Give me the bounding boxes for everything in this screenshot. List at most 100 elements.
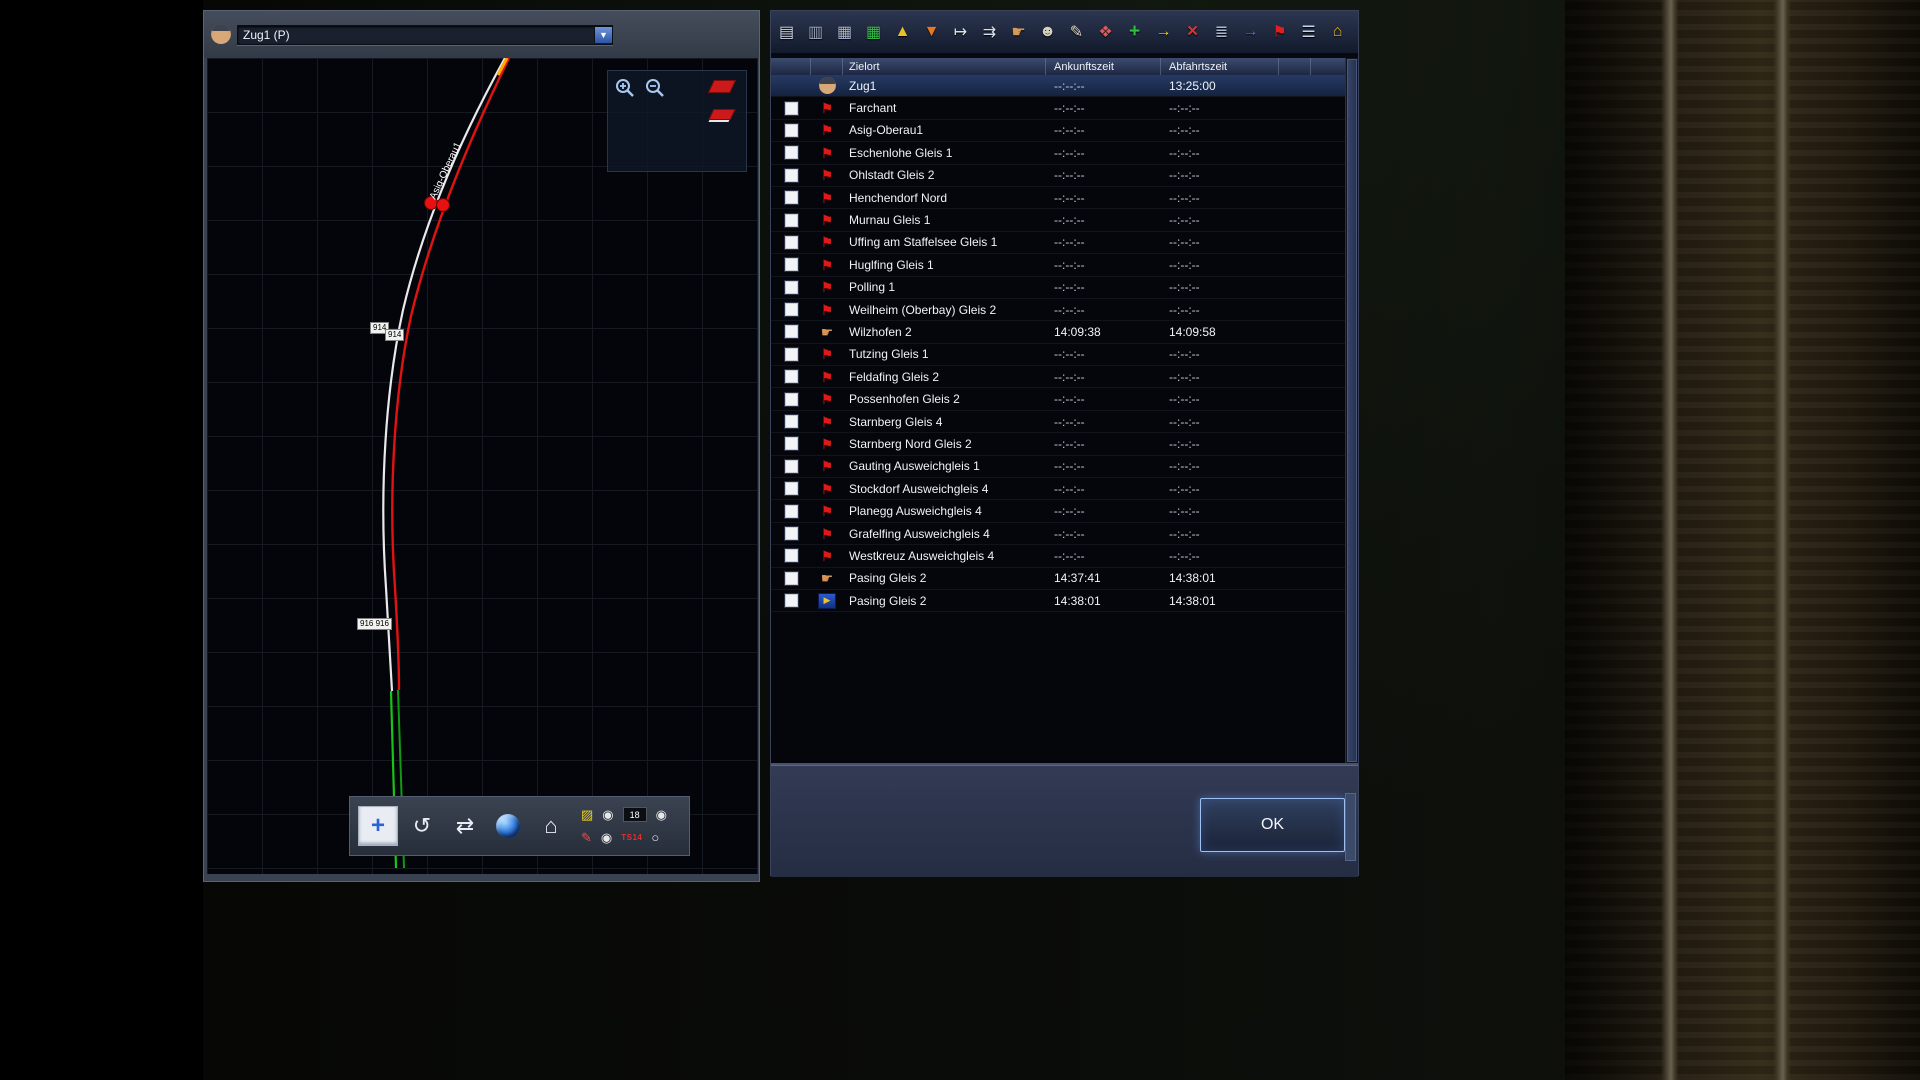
toolbar-grid-green-button[interactable]: ▦ xyxy=(861,19,886,45)
timetable-row[interactable]: ⚑Grafelfing Ausweichgleis 4--:--:----:--… xyxy=(771,523,1346,545)
timetable-row[interactable]: ⚑Murnau Gleis 1--:--:----:--:-- xyxy=(771,209,1346,231)
toolbar-depot-button[interactable]: ⌂ xyxy=(1325,19,1350,45)
timetable-row[interactable]: ⚑Starnberg Nord Gleis 2--:--:----:--:-- xyxy=(771,433,1346,455)
map-canvas[interactable]: Asig-Oberau1 914 914 916 916 xyxy=(207,58,758,874)
row-checkbox[interactable] xyxy=(784,235,799,250)
timetable-row[interactable]: ⚑Stockdorf Ausweichgleis 4--:--:----:--:… xyxy=(771,478,1346,500)
destination-label: Polling 1 xyxy=(843,280,1046,294)
toolbar-grid-small-button[interactable]: ▦ xyxy=(832,19,857,45)
toolbar-remove-stop-button[interactable]: × xyxy=(1180,19,1205,45)
grid-size-value[interactable]: 18 xyxy=(623,807,647,822)
toolbar-edit-schedule-button[interactable]: ✎ xyxy=(1064,19,1089,45)
timetable-row[interactable]: Zug1--:--:--13:25:00 xyxy=(771,75,1346,97)
timetable-row[interactable]: ⚑Farchant--:--:----:--:-- xyxy=(771,97,1346,119)
toolbar-delete-button[interactable]: ▥ xyxy=(803,19,828,45)
row-checkbox[interactable] xyxy=(784,280,799,295)
row-checkbox[interactable] xyxy=(784,369,799,384)
layer-radio-off[interactable]: ○ xyxy=(651,831,659,844)
flag-icon: ⚑ xyxy=(821,101,834,115)
row-checkbox[interactable] xyxy=(784,347,799,362)
timetable-row[interactable]: ⚑Planegg Ausweichgleis 4--:--:----:--:-- xyxy=(771,500,1346,522)
layer-radio-on[interactable]: ◉ xyxy=(602,808,613,821)
scrollbar-thumb[interactable] xyxy=(1347,59,1357,762)
globe-view-button[interactable] xyxy=(489,807,527,845)
timetable-row[interactable]: ⚑Tutzing Gleis 1--:--:----:--:-- xyxy=(771,344,1346,366)
row-checkbox[interactable] xyxy=(784,324,799,339)
header-destination[interactable]: Zielort xyxy=(843,58,1046,75)
timetable-row[interactable]: ▶Pasing Gleis 214:38:0114:38:01 xyxy=(771,590,1346,612)
toolbar-color-tiles-button[interactable]: ❖ xyxy=(1093,19,1118,45)
toolbar-insert-after-button[interactable]: ↦ xyxy=(948,19,973,45)
timetable-row[interactable]: ⚑Ohlstadt Gleis 2--:--:----:--:-- xyxy=(771,165,1346,187)
destination-label: Uffing am Staffelsee Gleis 1 xyxy=(843,235,1046,249)
jump-view-button[interactable]: ⇄ xyxy=(446,807,484,845)
signal-layer-icon[interactable]: ▨ xyxy=(581,808,593,821)
timetable-row[interactable]: ⚑Gauting Ausweichgleis 1--:--:----:--:-- xyxy=(771,456,1346,478)
paint-layer-icon[interactable]: ✎ xyxy=(581,831,592,844)
pan-mode-button[interactable]: + xyxy=(358,806,398,846)
toolbar-keyboard-button[interactable]: ☰ xyxy=(1296,19,1321,45)
row-checkbox[interactable] xyxy=(784,168,799,183)
route-draw-button[interactable] xyxy=(706,103,738,125)
arrival-time: --:--:-- xyxy=(1046,258,1161,272)
toolbar-flag-button[interactable]: ⚑ xyxy=(1267,19,1292,45)
toolbar-split-train-button[interactable]: ⇉ xyxy=(977,19,1002,45)
chevron-down-icon[interactable]: ▼ xyxy=(594,27,612,43)
row-checkbox[interactable] xyxy=(784,414,799,429)
toolbar-manual-stop-button[interactable]: ☛ xyxy=(1006,19,1031,45)
row-checkbox[interactable] xyxy=(784,526,799,541)
timetable-row[interactable]: ⚑Eschenlohe Gleis 1--:--:----:--:-- xyxy=(771,142,1346,164)
row-checkbox[interactable] xyxy=(784,101,799,116)
toolbar-lower-button[interactable]: ▼ xyxy=(919,19,944,45)
toolbar-raise-button[interactable]: ▲ xyxy=(890,19,915,45)
row-checkbox[interactable] xyxy=(784,213,799,228)
timetable-row[interactable]: ⚑Uffing am Staffelsee Gleis 1--:--:----:… xyxy=(771,232,1346,254)
zoom-in-button[interactable] xyxy=(614,77,642,101)
row-checkbox[interactable] xyxy=(784,504,799,519)
zoom-out-button[interactable] xyxy=(644,77,672,101)
row-checkbox[interactable] xyxy=(784,548,799,563)
toolbar-passengers-button[interactable]: ☻ xyxy=(1035,19,1060,45)
vertical-scrollbar[interactable] xyxy=(1345,58,1358,763)
row-checkbox[interactable] xyxy=(784,190,799,205)
row-checkbox[interactable] xyxy=(784,257,799,272)
header-departure[interactable]: Abfahrtszeit xyxy=(1161,58,1279,75)
row-checkbox[interactable] xyxy=(784,459,799,474)
row-checkbox[interactable] xyxy=(784,392,799,407)
ok-button[interactable]: OK xyxy=(1200,798,1345,852)
row-checkbox[interactable] xyxy=(784,302,799,317)
timetable-row[interactable]: ⚑Weilheim (Oberbay) Gleis 2--:--:----:--… xyxy=(771,299,1346,321)
route-clear-button[interactable] xyxy=(706,75,738,97)
globe-icon xyxy=(496,814,520,838)
toolbar-goto-stop-button[interactable]: → xyxy=(1151,19,1176,45)
timetable-row[interactable]: ☛Wilzhofen 214:09:3814:09:58 xyxy=(771,321,1346,343)
timetable-row[interactable]: ⚑Possenhofen Gleis 2--:--:----:--:-- xyxy=(771,388,1346,410)
row-checkbox[interactable] xyxy=(784,481,799,496)
row-checkbox[interactable] xyxy=(784,571,799,586)
timetable-row[interactable]: ⚑Asig-Oberau1--:--:----:--:-- xyxy=(771,120,1346,142)
row-checkbox[interactable] xyxy=(784,593,799,608)
timetable-row[interactable]: ☛Pasing Gleis 214:37:4114:38:01 xyxy=(771,568,1346,590)
home-view-button[interactable]: ⌂ xyxy=(532,807,570,845)
timetable-row[interactable]: ⚑Henchendorf Nord--:--:----:--:-- xyxy=(771,187,1346,209)
toolbar-add-stop-button[interactable]: + xyxy=(1122,19,1147,45)
timetable-row[interactable]: ⚑Feldafing Gleis 2--:--:----:--:-- xyxy=(771,366,1346,388)
toolbar-save-button[interactable]: ▤ xyxy=(774,19,799,45)
row-checkbox[interactable] xyxy=(784,436,799,451)
timetable-row[interactable]: ⚑Starnberg Gleis 4--:--:----:--:-- xyxy=(771,411,1346,433)
train-select-dropdown[interactable]: Zug1 (P) ▼ xyxy=(237,25,613,45)
toolbar-jump-to-button[interactable]: → xyxy=(1238,19,1263,45)
scrollbar-lower-segment[interactable] xyxy=(1345,793,1356,861)
header-arrival[interactable]: Ankunftszeit xyxy=(1046,58,1161,75)
layer-radio-on-2[interactable]: ◉ xyxy=(656,808,667,821)
toolbar-export-schedule-button[interactable]: ≣ xyxy=(1209,19,1234,45)
timetable-row[interactable]: ⚑Huglfing Gleis 1--:--:----:--:-- xyxy=(771,254,1346,276)
timetable-row[interactable]: ⚑Polling 1--:--:----:--:-- xyxy=(771,277,1346,299)
row-checkbox[interactable] xyxy=(784,145,799,160)
route-point-marker[interactable] xyxy=(437,199,450,212)
layer-radio-on-3[interactable]: ◉ xyxy=(601,831,612,844)
rotate-view-button[interactable]: ↺ xyxy=(403,807,441,845)
timetable-row[interactable]: ⚑Westkreuz Ausweichgleis 4--:--:----:--:… xyxy=(771,545,1346,567)
train-select-value: Zug1 (P) xyxy=(238,28,594,42)
row-checkbox[interactable] xyxy=(784,123,799,138)
